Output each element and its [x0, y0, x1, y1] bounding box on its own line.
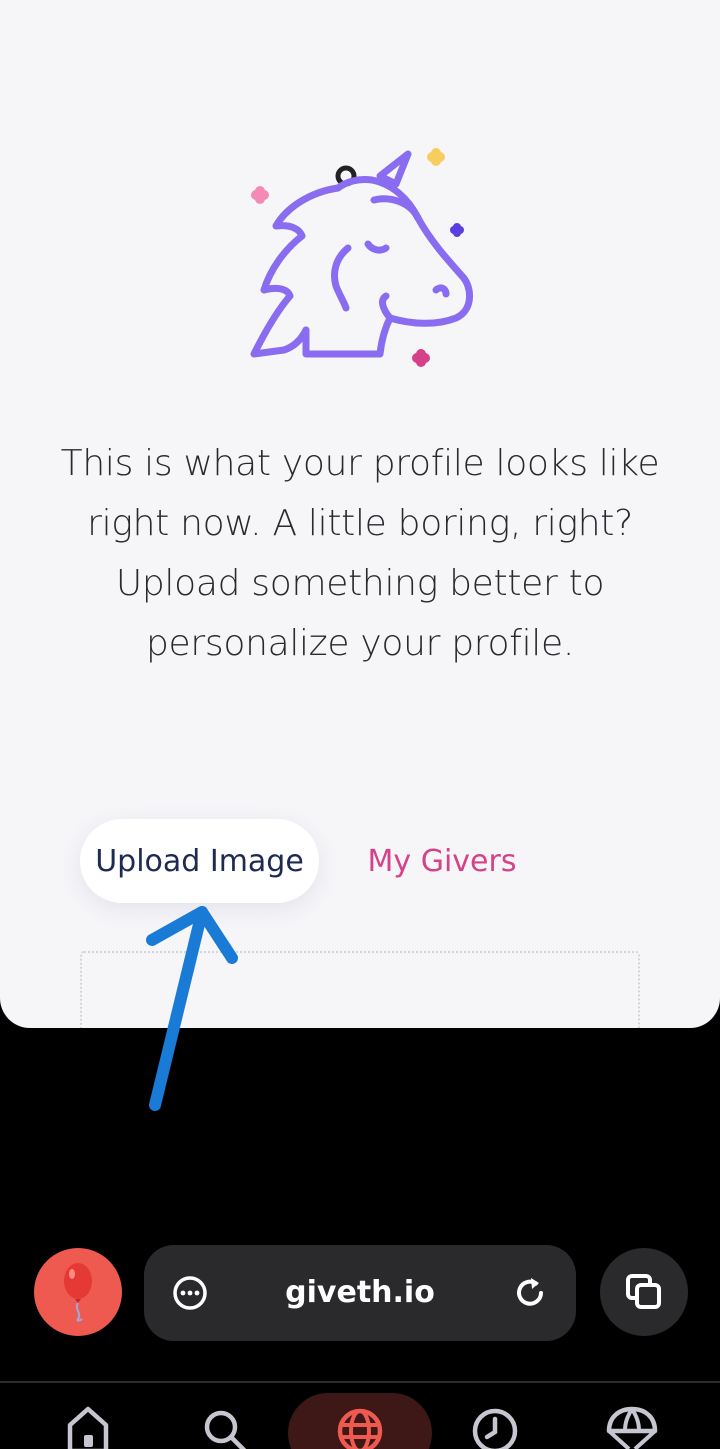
address-bar[interactable]: giveth.io — [144, 1245, 576, 1341]
clock-icon — [472, 1408, 518, 1449]
parachute-icon — [606, 1406, 658, 1449]
sparkle-yellow-icon — [427, 148, 445, 166]
search-icon — [204, 1410, 247, 1449]
browser-toolbar: giveth.io — [0, 1240, 720, 1350]
globe-icon — [337, 1408, 383, 1449]
nav-browser[interactable] — [330, 1383, 390, 1449]
profile-card: This is what your profile looks like rig… — [0, 0, 720, 1028]
home-icon — [67, 1406, 109, 1449]
tabs-button[interactable] — [600, 1248, 688, 1336]
sparkle-pink-icon — [251, 186, 269, 204]
nav-airdrop[interactable] — [602, 1383, 662, 1449]
unicorn-illustration — [250, 148, 473, 367]
sparkle-magenta-icon — [412, 349, 430, 367]
tabs-icon — [626, 1274, 661, 1309]
balloon-button[interactable] — [34, 1248, 122, 1336]
nav-search[interactable] — [195, 1383, 255, 1449]
my-givers-tab[interactable]: My Givers — [342, 819, 542, 903]
nav-history[interactable] — [465, 1383, 525, 1449]
empty-profile-message: This is what your profile looks like rig… — [60, 443, 660, 664]
bottom-navigation — [0, 1383, 720, 1449]
reload-icon[interactable] — [512, 1275, 548, 1311]
nav-home[interactable] — [58, 1383, 118, 1449]
sparkle-purple-icon — [450, 223, 464, 237]
balloon-icon — [64, 1263, 92, 1322]
upload-image-button[interactable]: Upload Image — [80, 819, 319, 903]
annotation-arrow-icon — [146, 906, 238, 1111]
